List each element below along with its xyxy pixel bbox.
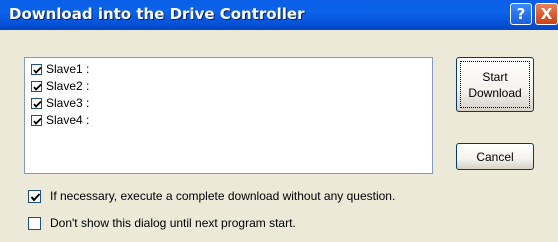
close-button[interactable]: X [535,3,558,25]
slave4-checkbox[interactable] [31,114,42,126]
help-button[interactable]: ? [510,3,532,25]
check-icon [33,66,42,74]
slave-label: Slave2 : [46,79,90,93]
slave2-checkbox[interactable] [31,80,42,92]
complete-download-option[interactable]: If necessary, execute a complete downloa… [28,188,395,204]
slave-list-item[interactable]: Slave4 : [31,112,89,128]
close-icon: X [540,5,553,23]
slave-label: Slave1 : [46,62,90,76]
slave-list-item[interactable]: Slave2 : [31,78,89,94]
slave3-checkbox[interactable] [31,97,42,109]
check-icon [33,100,42,108]
help-icon: ? [516,5,526,23]
slave-label: Slave4 : [46,113,90,127]
dont-show-label: Don't show this dialog until next progra… [50,216,296,230]
complete-download-checkbox[interactable] [28,189,41,203]
cancel-button[interactable]: Cancel [456,143,534,170]
slave1-checkbox[interactable] [31,63,42,75]
cancel-label: Cancel [476,149,514,164]
slave-list-item[interactable]: Slave1 : [31,61,89,77]
dialog-title: Download into the Drive Controller [9,5,305,23]
slave-list[interactable]: Slave1 : Slave2 : Slave3 : Slave4 : [24,57,433,174]
start-download-label-line2: Download [468,85,522,100]
start-download-button[interactable]: Start Download [456,57,534,112]
slave-list-item[interactable]: Slave3 : [31,95,89,111]
check-icon [33,83,42,91]
download-dialog: Download into the Drive Controller ? X S… [0,0,558,242]
title-bar[interactable]: Download into the Drive Controller ? X [0,0,558,30]
check-icon [33,117,42,125]
complete-download-label: If necessary, execute a complete downloa… [50,189,396,203]
dont-show-option[interactable]: Don't show this dialog until next progra… [28,215,296,231]
dont-show-checkbox[interactable] [28,216,41,230]
slave-label: Slave3 : [46,96,90,110]
start-download-label-line1: Start [482,69,508,84]
check-icon [30,192,41,202]
